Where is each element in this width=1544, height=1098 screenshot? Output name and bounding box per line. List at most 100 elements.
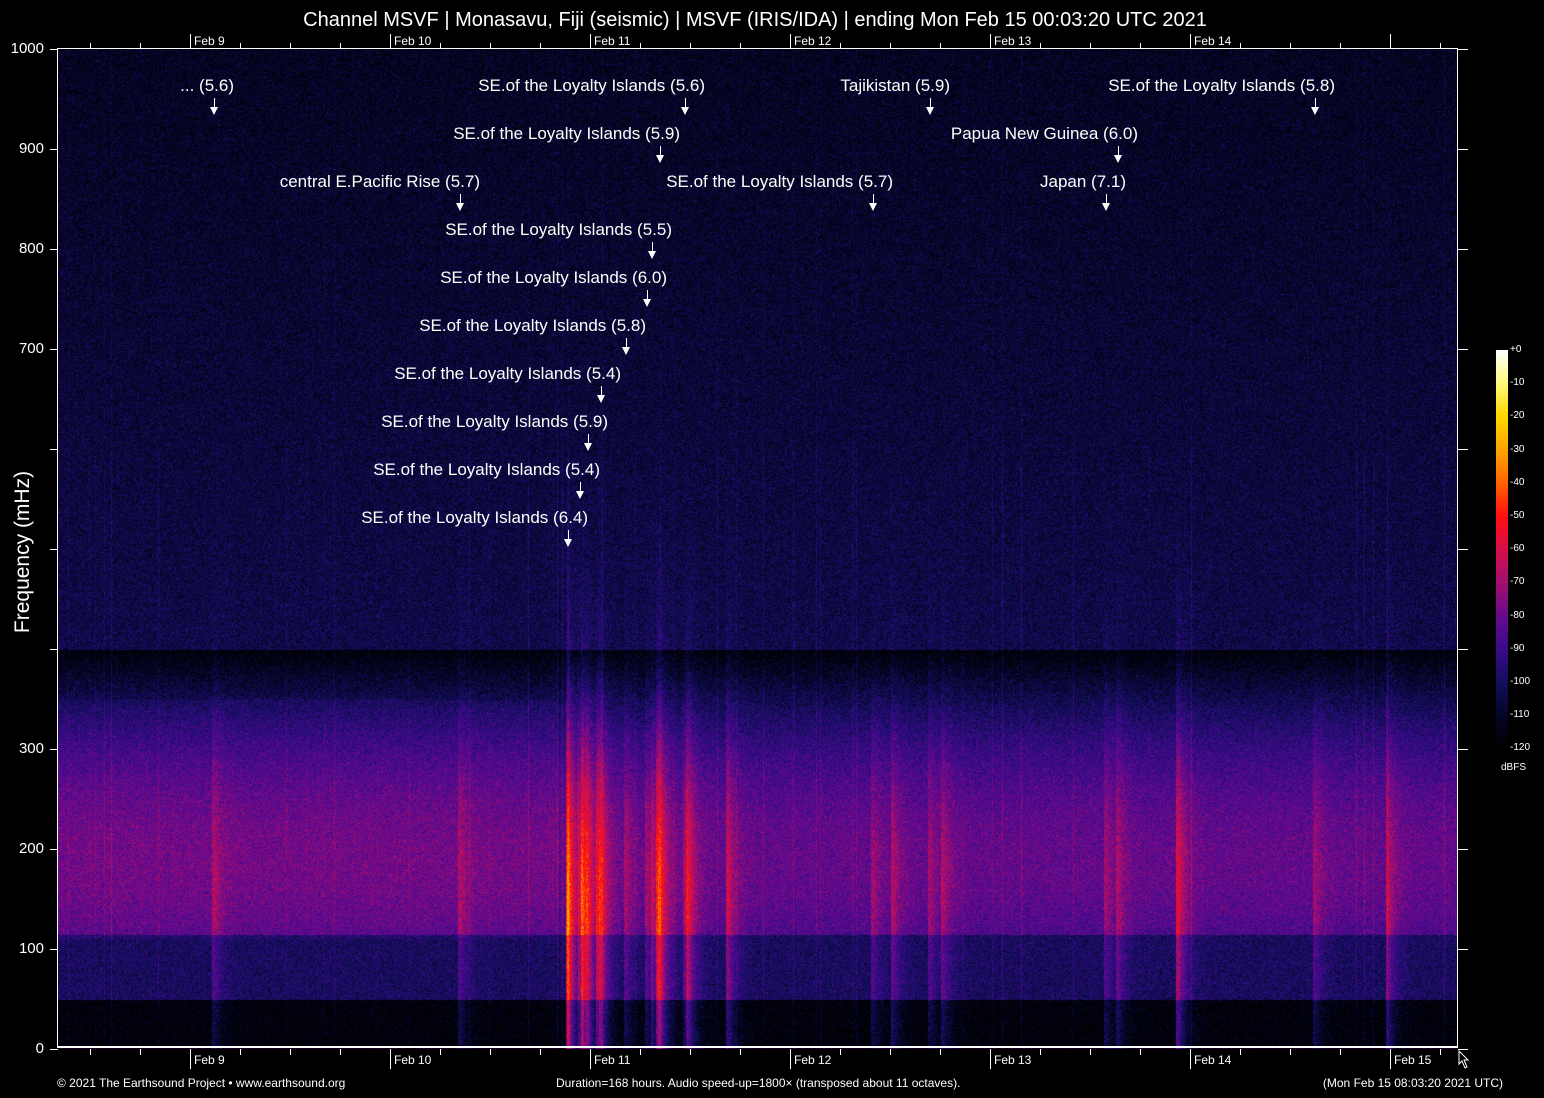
x-major-tick-top bbox=[590, 34, 591, 48]
x-major-tick-bottom bbox=[590, 1049, 591, 1069]
x-minor-tick-top bbox=[1440, 43, 1441, 48]
x-minor-tick-top bbox=[290, 43, 291, 48]
x-minor-tick-bottom bbox=[1290, 1049, 1291, 1055]
colorbar-tick-label: -10 bbox=[1510, 377, 1524, 388]
colorbar-tick-label: +0 bbox=[1510, 344, 1521, 355]
x-minor-tick-top bbox=[490, 43, 491, 48]
x-minor-tick-top bbox=[440, 43, 441, 48]
y-tick-left bbox=[50, 349, 58, 350]
event-arrow-icon bbox=[584, 443, 592, 451]
x-major-tick-top bbox=[390, 34, 391, 48]
footer-timestamp: (Mon Feb 15 08:03:20 2021 UTC) bbox=[1323, 1076, 1503, 1090]
y-tick-label: 100 bbox=[4, 940, 44, 957]
x-major-tick-bottom bbox=[190, 1049, 191, 1069]
x-minor-tick-bottom bbox=[240, 1049, 241, 1055]
y-tick-right bbox=[1458, 949, 1468, 950]
x-minor-tick-bottom bbox=[90, 1049, 91, 1055]
event-arrow-icon bbox=[926, 107, 934, 115]
y-tick-right bbox=[1458, 649, 1468, 650]
event-label: SE.of the Loyalty Islands (5.8) bbox=[419, 316, 646, 336]
x-tick-label-top: Feb 11 bbox=[594, 34, 630, 48]
event-label: SE.of the Loyalty Islands (5.7) bbox=[666, 172, 893, 192]
event-arrow-icon bbox=[576, 491, 584, 499]
x-minor-tick-bottom bbox=[1240, 1049, 1241, 1055]
x-minor-tick-top bbox=[940, 43, 941, 48]
colorbar-tick-label: -90 bbox=[1510, 643, 1524, 654]
y-tick-label: 800 bbox=[4, 240, 44, 257]
colorbar-tick-label: -70 bbox=[1510, 576, 1524, 587]
event-arrow-icon bbox=[210, 107, 218, 115]
y-tick-label: 900 bbox=[4, 140, 44, 157]
event-label: SE.of the Loyalty Islands (5.9) bbox=[381, 412, 608, 432]
x-minor-tick-bottom bbox=[140, 1049, 141, 1055]
y-tick-left bbox=[50, 49, 58, 50]
x-minor-tick-top bbox=[890, 43, 891, 48]
x-tick-label-bottom: Feb 9 bbox=[194, 1053, 225, 1067]
x-minor-tick-bottom bbox=[940, 1049, 941, 1055]
event-arrow-icon bbox=[681, 107, 689, 115]
y-tick-label: 0 bbox=[4, 1040, 44, 1057]
y-tick-right bbox=[1458, 449, 1468, 450]
x-tick-label-top: Feb 10 bbox=[394, 34, 431, 48]
x-minor-tick-bottom bbox=[690, 1049, 691, 1055]
event-label: Papua New Guinea (6.0) bbox=[951, 124, 1138, 144]
x-minor-tick-bottom bbox=[340, 1049, 341, 1055]
event-arrow-icon bbox=[643, 299, 651, 307]
y-tick-left bbox=[50, 649, 58, 650]
x-minor-tick-top bbox=[90, 43, 91, 48]
event-label: SE.of the Loyalty Islands (5.4) bbox=[394, 364, 621, 384]
x-minor-tick-bottom bbox=[1340, 1049, 1341, 1055]
x-minor-tick-bottom bbox=[740, 1049, 741, 1055]
y-tick-left bbox=[50, 949, 58, 950]
y-tick-right bbox=[1458, 849, 1468, 850]
colorbar-tick-label: -20 bbox=[1510, 410, 1524, 421]
footer-copyright: © 2021 The Earthsound Project • www.eart… bbox=[57, 1076, 345, 1090]
y-tick-left bbox=[50, 249, 58, 250]
chart-title: Channel MSVF | Monasavu, Fiji (seismic) … bbox=[0, 9, 1510, 32]
x-major-tick-bottom bbox=[390, 1049, 391, 1069]
x-minor-tick-top bbox=[1090, 43, 1091, 48]
colorbar-tick-label: -50 bbox=[1510, 510, 1524, 521]
x-minor-tick-top bbox=[1290, 43, 1291, 48]
x-major-tick-top bbox=[1190, 34, 1191, 48]
event-label: SE.of the Loyalty Islands (5.4) bbox=[373, 460, 600, 480]
colorbar-tick-label: -30 bbox=[1510, 444, 1524, 455]
y-tick-label: 700 bbox=[4, 340, 44, 357]
spectrogram-heatmap bbox=[58, 49, 1458, 1049]
x-tick-label-top: Feb 9 bbox=[194, 34, 225, 48]
x-major-tick-top bbox=[990, 34, 991, 48]
x-major-tick-top bbox=[790, 34, 791, 48]
x-major-tick-bottom bbox=[790, 1049, 791, 1069]
event-arrow-icon bbox=[564, 539, 572, 547]
y-tick-right bbox=[1458, 149, 1468, 150]
event-arrow-icon bbox=[597, 395, 605, 403]
x-minor-tick-top bbox=[1040, 43, 1041, 48]
footer-duration: Duration=168 hours. Audio speed-up=1800×… bbox=[556, 1076, 960, 1090]
y-tick-label: 1000 bbox=[4, 40, 44, 57]
y-tick-right bbox=[1458, 349, 1468, 350]
x-major-tick-bottom bbox=[990, 1049, 991, 1069]
x-minor-tick-top bbox=[640, 43, 641, 48]
event-arrow-icon bbox=[648, 251, 656, 259]
colorbar-tick-label: -120 bbox=[1510, 742, 1530, 753]
event-label: SE.of the Loyalty Islands (5.8) bbox=[1108, 76, 1335, 96]
x-minor-tick-top bbox=[1140, 43, 1141, 48]
y-axis-label: Frequency (mHz) bbox=[11, 467, 35, 637]
event-label: SE.of the Loyalty Islands (6.4) bbox=[361, 508, 588, 528]
x-minor-tick-bottom bbox=[1140, 1049, 1141, 1055]
x-tick-label-top: Feb 14 bbox=[1194, 34, 1231, 48]
event-arrow-icon bbox=[456, 203, 464, 211]
y-tick-left bbox=[50, 749, 58, 750]
x-minor-tick-bottom bbox=[1440, 1049, 1441, 1055]
event-label: SE.of the Loyalty Islands (5.5) bbox=[445, 220, 672, 240]
x-minor-tick-bottom bbox=[840, 1049, 841, 1055]
x-minor-tick-top bbox=[840, 43, 841, 48]
y-tick-left bbox=[50, 149, 58, 150]
y-tick-left bbox=[50, 449, 58, 450]
x-minor-tick-top bbox=[1340, 43, 1341, 48]
y-tick-right bbox=[1458, 749, 1468, 750]
event-arrow-icon bbox=[869, 203, 877, 211]
y-tick-left bbox=[50, 1049, 58, 1050]
event-arrow-icon bbox=[622, 347, 630, 355]
x-major-tick-top bbox=[1390, 34, 1391, 48]
